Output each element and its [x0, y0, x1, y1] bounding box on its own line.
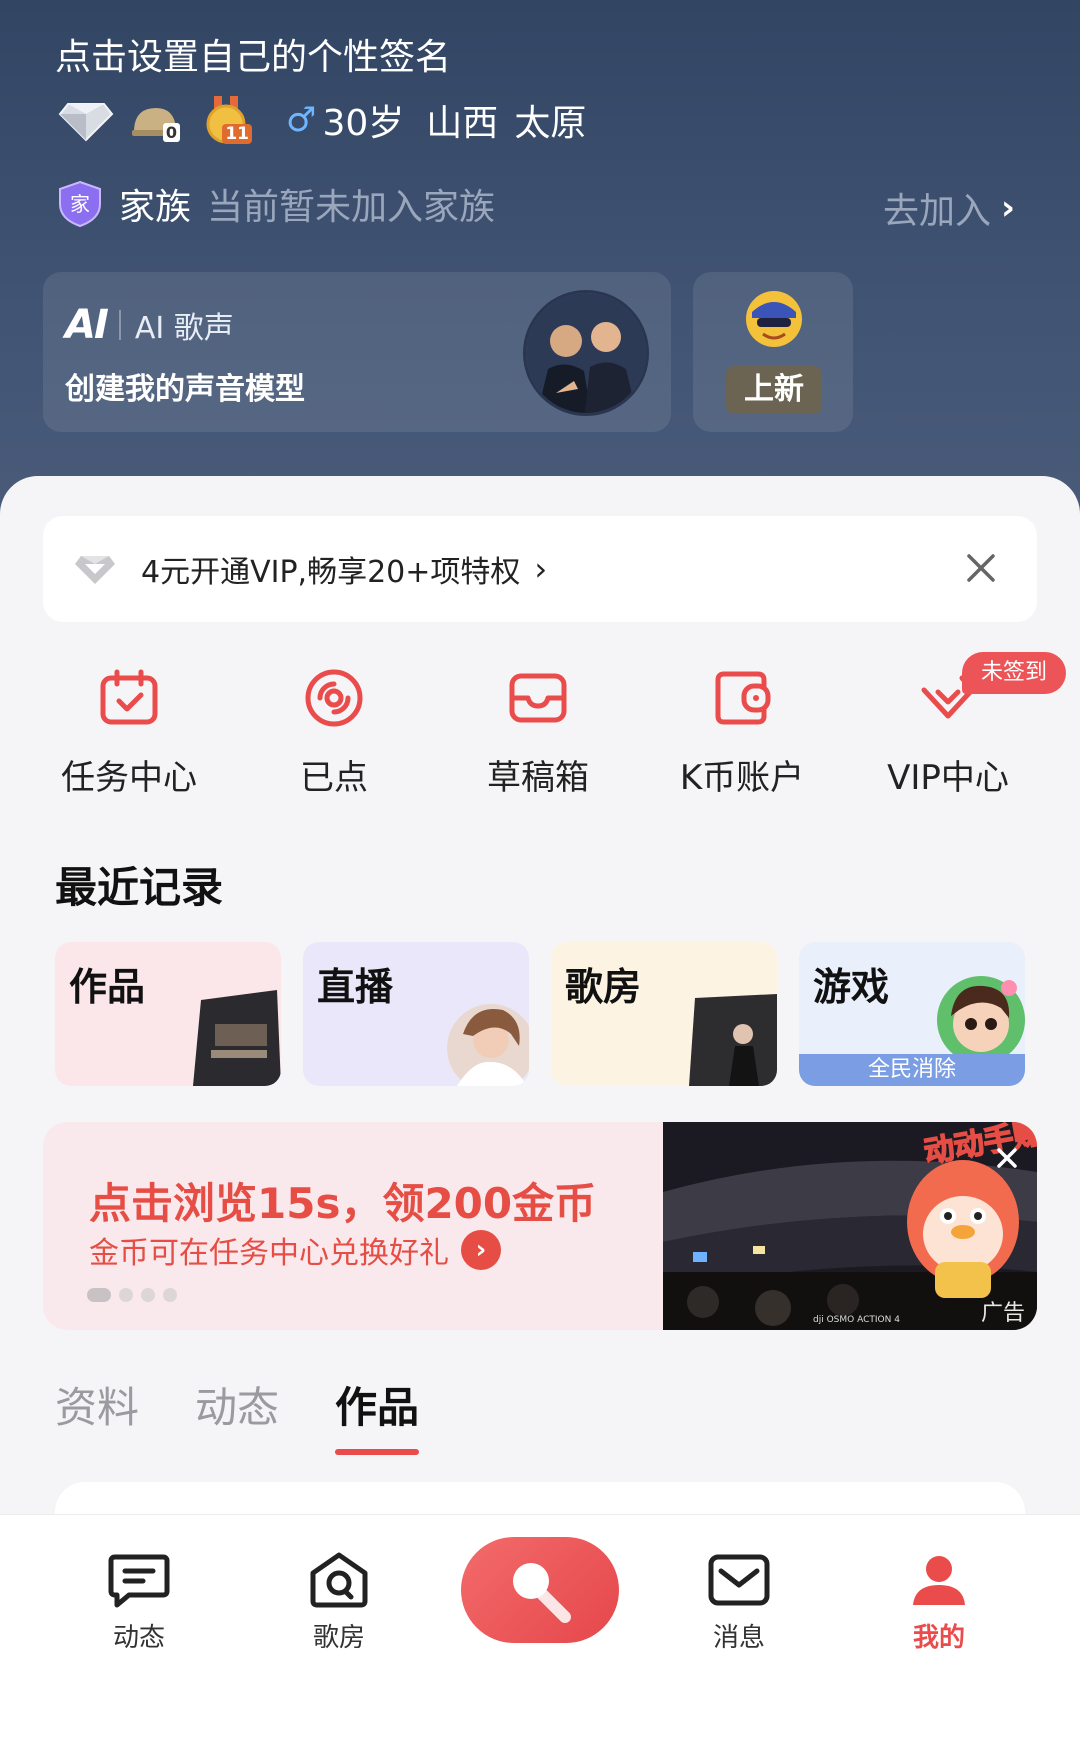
- task-center-button[interactable]: 任务中心: [27, 656, 231, 806]
- microphone-icon: [513, 1563, 571, 1623]
- played-songs-button[interactable]: 已点: [232, 656, 436, 806]
- unsigned-badge: 未签到: [962, 652, 1066, 694]
- cartoon-avatar-icon: [746, 291, 802, 347]
- promo-title: 点击浏览15s，领200金币: [89, 1179, 597, 1228]
- diamond-badge-icon[interactable]: [58, 96, 114, 144]
- chevron-right-icon: ›: [534, 550, 548, 588]
- recent-live-label: 直播: [317, 965, 394, 1009]
- promo-subtitle-row: 金币可在任务中心兑换好礼 ›: [89, 1228, 501, 1272]
- family-shield-icon: 家: [59, 180, 101, 228]
- ai-logo: AI: [65, 302, 109, 348]
- chat-bubble-icon: [108, 1554, 170, 1608]
- bottom-nav: 动态 歌房 消息 我的: [0, 1514, 1080, 1743]
- envelope-icon: [708, 1554, 770, 1606]
- nav-moments[interactable]: 动态: [69, 1551, 209, 1654]
- nav-moments-label: 动态: [112, 1623, 165, 1653]
- ai-voice-title: 创建我的声音模型: [65, 372, 305, 407]
- new-tag: 上新: [726, 366, 822, 414]
- carousel-dot: [119, 1288, 133, 1302]
- gender-age-location: ♂ 30岁 山西 太原: [286, 94, 586, 146]
- played-songs-label: 已点: [300, 758, 368, 798]
- room-thumbnail: [689, 994, 777, 1086]
- recent-game-card[interactable]: 游戏 全民消除: [799, 942, 1025, 1086]
- task-center-label: 任务中心: [61, 758, 197, 798]
- game-strip: 全民消除: [799, 1054, 1025, 1086]
- ai-voice-avatar: [523, 290, 649, 416]
- works-thumbnail: [193, 990, 281, 1086]
- recent-live-card[interactable]: 直播: [303, 942, 529, 1086]
- k-coin-account-label: K币账户: [679, 758, 805, 798]
- drafts-button[interactable]: 草稿箱: [436, 656, 640, 806]
- recent-game-label: 游戏: [813, 965, 890, 1009]
- sing-button[interactable]: [461, 1537, 619, 1643]
- live-avatar: [447, 1004, 529, 1086]
- family-label: 家族: [119, 187, 192, 228]
- carousel-dot: [141, 1288, 155, 1302]
- family-row[interactable]: 家 家族 当前暂未加入家族 去加入 ›: [55, 176, 1015, 232]
- promo-banner[interactable]: 点击浏览15s，领200金币 金币可在任务中心兑换好礼 › 动动手赚钱 dji …: [43, 1122, 1037, 1330]
- carousel-dots: [87, 1288, 185, 1302]
- carousel-dot-active: [87, 1288, 111, 1302]
- vip-banner-text: 4元开通VIP,畅享20+项特权: [141, 555, 521, 590]
- badge-row: 0 11 ♂ 30岁 山西 太原: [58, 94, 586, 146]
- tab-works[interactable]: 作品: [335, 1374, 420, 1455]
- ad-label: 广告: [981, 1301, 1025, 1326]
- carousel-dot: [163, 1288, 177, 1302]
- ai-voice-name: AI 歌声: [134, 311, 234, 346]
- calendar-check-icon: [100, 669, 158, 725]
- vip-center-label: VIP中心: [887, 758, 1009, 798]
- recent-room-label: 歌房: [565, 965, 642, 1009]
- signature-text[interactable]: 点击设置自己的个性签名: [55, 28, 451, 80]
- province-text: 山西: [426, 103, 499, 144]
- arrow-right-icon[interactable]: ›: [461, 1230, 501, 1270]
- k-coin-account-button[interactable]: K币账户: [640, 656, 844, 806]
- nav-messages[interactable]: 消息: [669, 1551, 809, 1654]
- tab-moments[interactable]: 动态: [195, 1374, 279, 1435]
- city-text: 太原: [514, 103, 587, 144]
- drafts-label: 草稿箱: [487, 758, 589, 798]
- nav-me[interactable]: 我的: [869, 1551, 1009, 1654]
- home-room-icon: [310, 1552, 368, 1608]
- helmet-level: 0: [162, 123, 180, 142]
- new-feature-card[interactable]: 上新: [693, 272, 853, 432]
- age-text: 30岁: [322, 103, 405, 144]
- camera-watermark: dji OSMO ACTION 4: [813, 1315, 900, 1325]
- medal-level: 11: [222, 124, 252, 144]
- tab-profile[interactable]: 资料: [55, 1374, 139, 1435]
- game-avatar: [937, 976, 1025, 1064]
- nav-messages-label: 消息: [712, 1623, 765, 1653]
- family-shield-char: 家: [70, 192, 90, 216]
- recent-works-label: 作品: [69, 965, 146, 1009]
- quick-actions: 任务中心 已点 草稿箱 K币账户 VIP中心: [0, 656, 1080, 806]
- close-icon[interactable]: [959, 546, 1003, 590]
- join-family-label: 去加入: [882, 191, 991, 232]
- promo-subtitle: 金币可在任务中心兑换好礼: [89, 1236, 449, 1271]
- family-status: 当前暂未加入家族: [207, 187, 496, 228]
- helmet-badge-icon[interactable]: 0: [128, 96, 184, 144]
- divider: [118, 310, 121, 340]
- inbox-icon: [509, 673, 567, 723]
- close-icon[interactable]: [991, 1142, 1023, 1174]
- recent-room-card[interactable]: 歌房: [551, 942, 777, 1086]
- stadium-ad-image: 动动手赚钱 dji OSMO ACTION 4 广告: [663, 1122, 1037, 1330]
- nav-song-room[interactable]: 歌房: [269, 1551, 409, 1654]
- recent-records-title: 最近记录: [55, 863, 224, 912]
- level-medal-icon[interactable]: 11: [198, 96, 254, 144]
- profile-tabs: 资料 动态 作品: [55, 1374, 475, 1455]
- vip-promo-banner[interactable]: 4元开通VIP,畅享20+项特权 ›: [43, 516, 1037, 622]
- ai-voice-card[interactable]: AI AI 歌声 创建我的声音模型: [43, 272, 671, 432]
- join-family-button[interactable]: 去加入 ›: [883, 182, 1015, 234]
- nav-me-label: 我的: [912, 1623, 965, 1653]
- recent-works-card[interactable]: 作品: [55, 942, 281, 1086]
- wallet-icon: [715, 671, 771, 725]
- chevron-right-icon: ›: [1000, 188, 1015, 228]
- vip-diamond-icon: [75, 556, 115, 584]
- person-icon: [913, 1556, 965, 1605]
- nav-song-room-label: 歌房: [312, 1623, 365, 1653]
- male-icon: ♂: [286, 100, 317, 140]
- disc-icon: [305, 669, 363, 727]
